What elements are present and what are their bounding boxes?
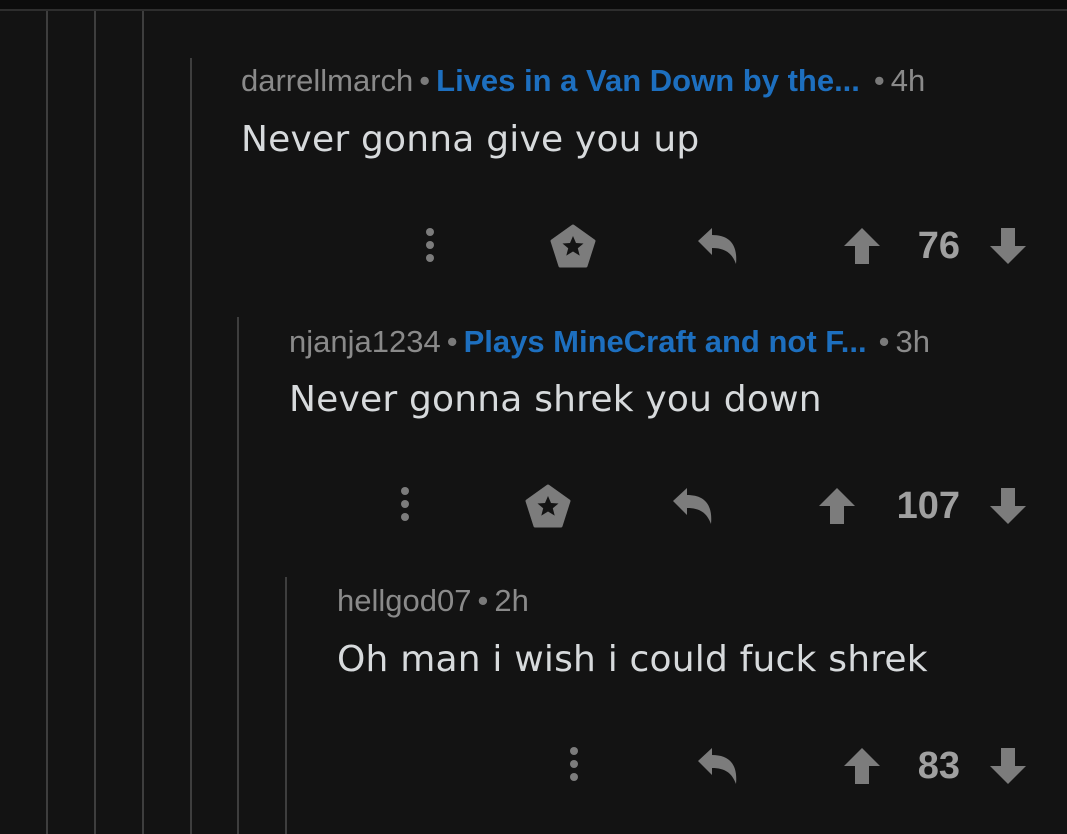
username[interactable]: darrellmarch [241,63,413,98]
reply-icon[interactable] [671,486,715,526]
vote-score: 76 [917,225,960,267]
comment-body: Never gonna shrek you down [289,379,822,420]
username[interactable]: hellgod07 [337,583,471,618]
timestamp: 2h [494,583,529,618]
downvote-icon[interactable] [988,746,1028,786]
thread-line[interactable] [190,58,192,834]
user-flair: Lives in a Van Down by the... [436,63,860,98]
comment-body: Never gonna give you up [241,119,700,160]
upvote-icon[interactable] [842,226,882,266]
award-icon[interactable] [525,484,571,528]
thread-line[interactable] [46,11,48,834]
more-options-icon[interactable] [420,226,440,266]
thread-line[interactable] [142,11,144,834]
separator-dot: • [446,324,458,359]
separator-dot: • [419,63,431,98]
reply-icon[interactable] [696,226,740,266]
comment-meta: darrellmarch • Lives in a Van Down by the.… [241,63,925,99]
vote-score: 107 [896,485,960,527]
award-icon[interactable] [550,224,596,268]
thread-line[interactable] [237,317,239,834]
username[interactable]: njanja1234 [289,324,441,359]
user-flair: Plays MineCraft and not F... [463,324,867,359]
upvote-icon[interactable] [842,746,882,786]
downvote-icon[interactable] [988,226,1028,266]
comment-body: Oh man i wish i could fuck shrek [337,639,928,680]
more-options-icon[interactable] [564,745,584,785]
more-options-icon[interactable] [395,485,415,525]
top-bar [0,0,1067,11]
comment-meta: njanja1234 • Plays MineCraft and not F... •… [289,324,930,360]
comment-meta: hellgod07 • 2h [337,583,529,619]
vote-score: 83 [917,745,960,787]
timestamp: 3h [895,324,930,359]
thread-line[interactable] [285,577,287,834]
upvote-icon[interactable] [817,486,857,526]
separator-dot: • [878,324,890,359]
separator-dot: • [477,583,489,618]
reply-icon[interactable] [696,746,740,786]
timestamp: 4h [890,63,926,98]
downvote-icon[interactable] [988,486,1028,526]
thread-line[interactable] [94,11,96,834]
separator-dot: • [873,63,885,98]
